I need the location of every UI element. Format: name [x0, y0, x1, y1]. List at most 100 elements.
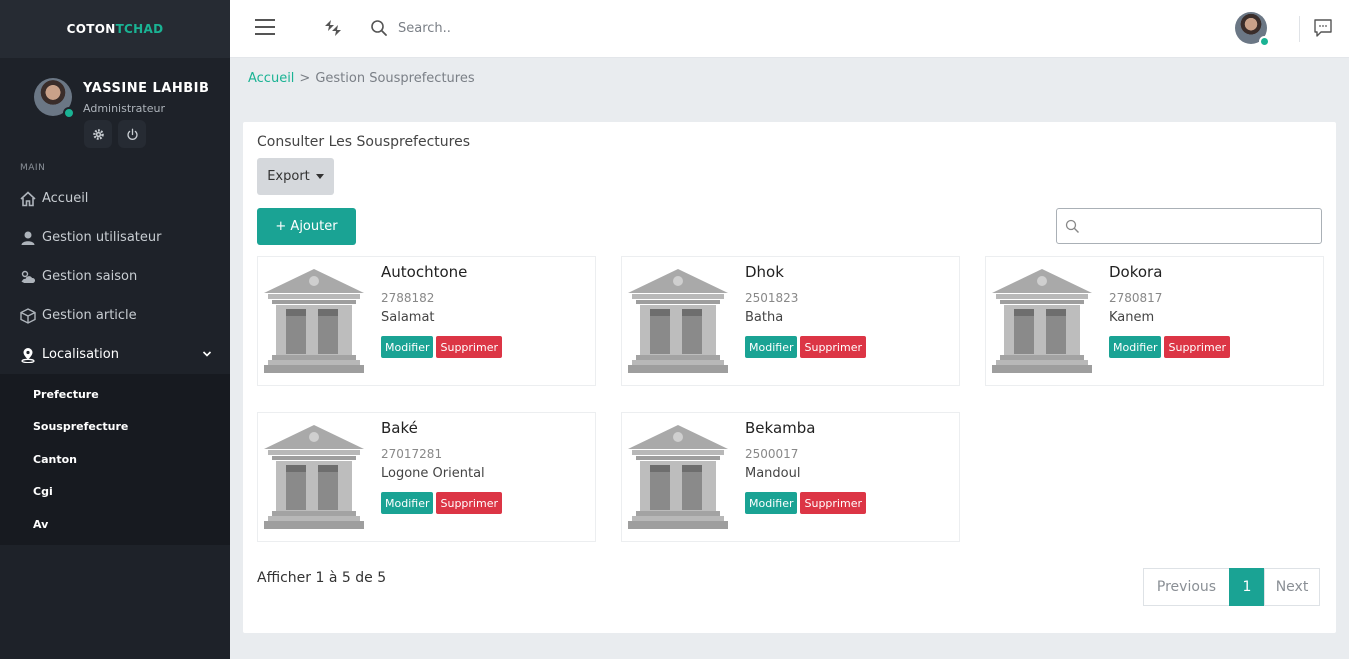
item-actions: Modifier Supprimer [381, 336, 502, 358]
page-title: Consulter Les Sousprefectures [257, 134, 471, 150]
breadcrumb-home-link[interactable]: Accueil [248, 71, 294, 86]
pagination-next[interactable]: Next [1264, 568, 1320, 606]
avatar[interactable] [34, 78, 75, 119]
localisation-submenu: Prefecture Sousprefecture Canton Cgi Av [0, 374, 230, 545]
power-icon [126, 128, 138, 140]
item-code: 2500017 [745, 447, 799, 461]
list-item: Dokora 2780817 Kanem Modifier Supprimer [985, 256, 1324, 386]
breadcrumb: Accueil > Gestion Sousprefectures [248, 71, 475, 86]
submenu-item-sousprefecture[interactable]: Sousprefecture [0, 411, 230, 444]
search-icon[interactable] [370, 19, 388, 37]
item-name: Dhok [745, 263, 784, 281]
sidebar-item-label: Gestion saison [42, 269, 138, 284]
box-icon [20, 307, 36, 324]
item-name: Baké [381, 419, 418, 437]
item-name: Dokora [1109, 263, 1163, 281]
delete-button[interactable]: Supprimer [800, 492, 866, 514]
main-card: Consulter Les Sousprefectures Export + A… [243, 122, 1336, 633]
modify-button[interactable]: Modifier [381, 492, 434, 514]
modify-button[interactable]: Modifier [1109, 336, 1162, 358]
brand-part1: COTON [66, 22, 116, 36]
sidebar-item-label: Localisation [42, 347, 119, 362]
settings-button[interactable] [84, 120, 112, 148]
delete-button[interactable]: Supprimer [1164, 336, 1230, 358]
item-code: 2501823 [745, 291, 799, 305]
user-name: YASSINE LAHBIB [83, 81, 210, 96]
list-search-box [1056, 208, 1322, 244]
sidebar-item-label: Gestion utilisateur [42, 230, 162, 245]
top-search-input[interactable] [398, 17, 598, 39]
item-actions: Modifier Supprimer [1109, 336, 1230, 358]
item-actions: Modifier Supprimer [745, 492, 866, 514]
sidebar-item-gestion-article[interactable]: Gestion article [0, 296, 230, 335]
divider [1299, 16, 1300, 42]
building-icon [264, 269, 364, 373]
breadcrumb-current: Gestion Sousprefectures [315, 71, 475, 86]
delete-button[interactable]: Supprimer [800, 336, 866, 358]
list-item: Bekamba 2500017 Mandoul Modifier Supprim… [621, 412, 960, 542]
list-search-input[interactable] [1085, 209, 1315, 243]
submenu-item-prefecture[interactable]: Prefecture [0, 378, 230, 411]
building-icon [992, 269, 1092, 373]
building-icon [628, 425, 728, 529]
list-item: Baké 27017281 Logone Oriental Modifier S… [257, 412, 596, 542]
building-icon [264, 425, 364, 529]
section-label-main: MAIN [20, 163, 46, 173]
search-icon [1065, 219, 1079, 233]
item-region: Salamat [381, 310, 435, 325]
item-region: Mandoul [745, 466, 801, 481]
breadcrumb-separator: > [299, 71, 311, 86]
chevron-down-icon [202, 351, 212, 357]
user-role: Administrateur [83, 102, 165, 115]
add-button[interactable]: + Ajouter [257, 208, 356, 245]
item-region: Logone Oriental [381, 466, 485, 481]
item-name: Autochtone [381, 263, 468, 281]
item-name: Bekamba [745, 419, 816, 437]
chat-icon[interactable] [1313, 18, 1333, 38]
gear-icon [92, 128, 104, 140]
sidebar-item-label: Accueil [42, 191, 89, 206]
sidebar-item-gestion-saison[interactable]: Gestion saison [0, 257, 230, 296]
submenu-item-av[interactable]: Av [0, 508, 230, 541]
item-code: 27017281 [381, 447, 443, 461]
modify-button[interactable]: Modifier [745, 492, 798, 514]
online-status-dot [63, 107, 75, 119]
user-block: YASSINE LAHBIB Administrateur [0, 58, 230, 158]
location-icon [20, 347, 36, 363]
weather-icon [20, 269, 36, 285]
brand-logo[interactable]: COTON TCHAD [0, 0, 230, 58]
topbar [230, 0, 1349, 58]
delete-button[interactable]: Supprimer [436, 492, 502, 514]
pagination: Previous 1 Next [1143, 568, 1320, 606]
item-region: Kanem [1109, 310, 1155, 325]
list-item: Dhok 2501823 Batha Modifier Supprimer [621, 256, 960, 386]
list-item: Autochtone 2788182 Salamat Modifier Supp… [257, 256, 596, 386]
export-label: Export [267, 169, 310, 184]
user-actions [84, 120, 146, 148]
export-button[interactable]: Export [257, 158, 334, 195]
pagination-previous[interactable]: Previous [1143, 568, 1230, 606]
item-code: 2788182 [381, 291, 435, 305]
item-region: Batha [745, 310, 784, 325]
avatar[interactable] [1235, 12, 1270, 47]
sidebar: COTON TCHAD YASSINE LAHBIB Administrateur… [0, 0, 230, 659]
delete-button[interactable]: Supprimer [436, 336, 502, 358]
pagination-page-1[interactable]: 1 [1229, 568, 1265, 606]
modify-button[interactable]: Modifier [745, 336, 798, 358]
modify-button[interactable]: Modifier [381, 336, 434, 358]
logout-button[interactable] [118, 120, 146, 148]
sidebar-item-accueil[interactable]: Accueil [0, 179, 230, 218]
sidebar-item-gestion-utilisateur[interactable]: Gestion utilisateur [0, 218, 230, 257]
item-code: 2780817 [1109, 291, 1163, 305]
building-icon [628, 269, 728, 373]
sidebar-item-localisation[interactable]: Localisation [0, 335, 230, 374]
menu-toggle-icon[interactable] [255, 19, 275, 35]
sidebar-item-label: Gestion article [42, 308, 137, 323]
caret-down-icon [315, 174, 324, 179]
home-icon [20, 190, 36, 207]
bolt-icon[interactable] [322, 17, 344, 39]
submenu-item-cgi[interactable]: Cgi [0, 476, 230, 509]
pagination-info: Afficher 1 à 5 de 5 [257, 570, 387, 586]
item-actions: Modifier Supprimer [745, 336, 866, 358]
submenu-item-canton[interactable]: Canton [0, 443, 230, 476]
